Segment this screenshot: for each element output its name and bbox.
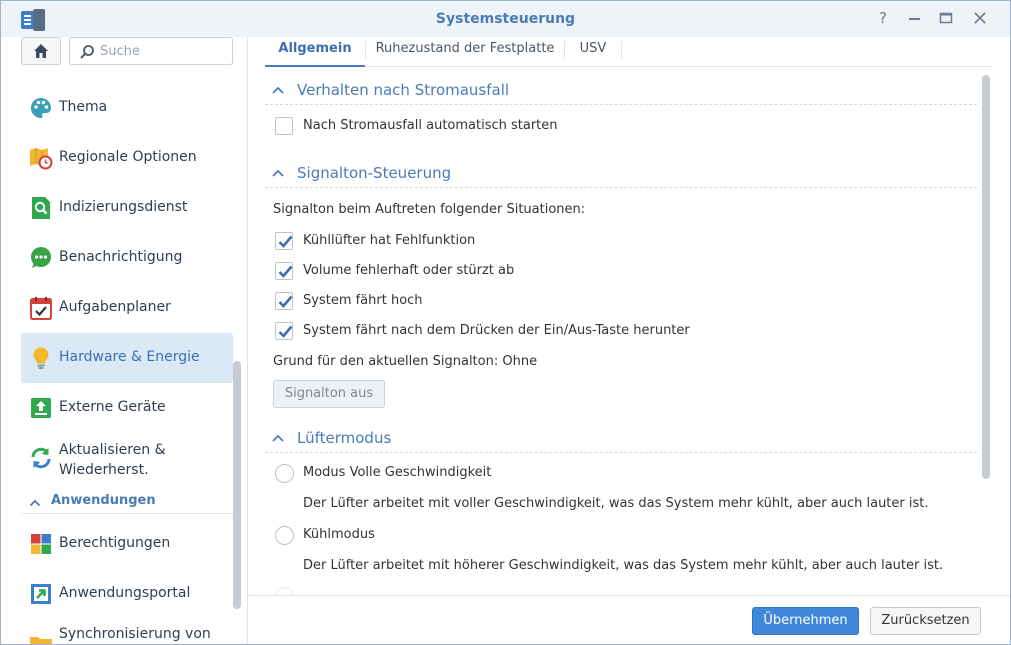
title-bar: Systemsteuerung ? (1, 1, 1010, 37)
tab-allgemein[interactable]: Allgemein (265, 37, 365, 67)
auto-start-checkbox[interactable] (275, 117, 293, 135)
reset-button[interactable]: Zurücksetzen (870, 607, 981, 635)
beep-option-label: Kühllüfter hat Fehlfunktion (303, 233, 476, 248)
sidebar-item-berechtigungen[interactable]: Berechtigungen (21, 519, 233, 569)
auto-start-label: Nach Stromausfall automatisch starten (303, 118, 558, 133)
home-icon (34, 44, 48, 58)
fan-mode-label: Kühlmodus (303, 527, 375, 542)
sidebar-item-anwendungsportal[interactable]: Anwendungsportal (21, 569, 233, 619)
portal-arrow-icon (31, 584, 51, 604)
home-button[interactable] (21, 37, 61, 65)
window-title: Systemsteuerung (435, 11, 576, 27)
sidebar-item-externe-geraete[interactable]: Externe Geräte (21, 383, 233, 433)
sidebar-item-aufgabenplaner[interactable]: Aufgabenplaner (21, 283, 233, 333)
colored-blocks-icon (31, 534, 51, 554)
chevron-up-icon (29, 499, 41, 507)
sidebar-item-thema[interactable]: Thema (21, 83, 233, 133)
tab-bar: Allgemein Ruhezustand der Festplatte USV (265, 37, 992, 67)
group-title: Signalton-Steuerung (297, 164, 452, 182)
beep-reason-text: Grund für den aktuellen Signalton: Ohne (273, 354, 538, 369)
sidebar-item-aktualisieren[interactable]: Aktualisieren & Wiederherst. (21, 433, 233, 483)
fan-full-speed-radio[interactable] (275, 464, 294, 483)
checkmark-icon (278, 325, 293, 338)
fan-cool-mode-radio[interactable] (275, 526, 294, 545)
beep-option-label: Volume fehlerhaft oder stürzt ab (303, 263, 515, 278)
beep-boot-checkbox[interactable] (275, 292, 293, 310)
tab-usv[interactable]: USV (565, 37, 621, 67)
group-header-signalton[interactable]: Signalton-Steuerung (265, 160, 977, 188)
checkmark-icon (278, 235, 293, 248)
fan-mode-description: Der Lüfter arbeitet mit voller Geschwind… (303, 496, 929, 511)
sidebar-item-regionale-optionen[interactable]: Regionale Optionen (21, 133, 233, 183)
sidebar-item-label: Aktualisieren & Wiederherst. (59, 442, 166, 478)
sync-folder-icon (30, 637, 52, 644)
chevron-up-icon (272, 434, 284, 442)
footer-bar: Übernehmen Zurücksetzen (249, 595, 1010, 644)
fan-mode-label: Modus Volle Geschwindigkeit (303, 465, 492, 480)
sidebar-scrollbar[interactable] (233, 361, 241, 609)
beep-volume-crash-checkbox[interactable] (275, 262, 293, 280)
content-scrollbar[interactable] (982, 75, 990, 479)
sidebar-item-label: Synchronisierung von (59, 626, 211, 642)
beep-option-label: System fährt nach dem Drücken der Ein/Au… (303, 323, 690, 338)
checkmark-icon (278, 295, 293, 308)
sidebar-item-label: Aufgabenplaner (59, 299, 171, 315)
sidebar-item-label: Berechtigungen (59, 535, 171, 551)
apply-button[interactable]: Übernehmen (752, 607, 859, 635)
sidebar: Thema Regionale Optionen Indizierungsdie… (1, 37, 248, 644)
chevron-up-icon (272, 86, 284, 94)
maximize-icon[interactable] (937, 9, 955, 27)
search-field[interactable] (69, 37, 233, 65)
close-icon[interactable] (971, 9, 989, 27)
sidebar-item-label: Indizierungsdienst (59, 199, 188, 215)
sidebar-item-indizierungsdienst[interactable]: Indizierungsdienst (21, 183, 233, 233)
group-header-lueftermodus[interactable]: Lüftermodus (265, 425, 977, 453)
search-input[interactable] (100, 42, 228, 60)
sidebar-item-synchronisierung[interactable]: Synchronisierung von (21, 619, 233, 644)
sidebar-item-benachrichtigung[interactable]: Benachrichtigung (21, 233, 233, 283)
help-icon[interactable]: ? (874, 9, 892, 27)
group-title: Lüftermodus (297, 429, 392, 447)
light-bulb-icon (33, 347, 49, 369)
chat-bubble-icon (31, 247, 51, 268)
upload-device-icon (31, 398, 51, 418)
sidebar-item-label: Benachrichtigung (59, 249, 183, 265)
palette-icon (31, 98, 51, 118)
settings-content: Verhalten nach Stromausfall Nach Stromau… (265, 75, 985, 597)
beep-intro-text: Signalton beim Auftreten folgender Situa… (273, 202, 586, 217)
group-title: Verhalten nach Stromausfall (297, 81, 510, 99)
beep-fan-failure-checkbox[interactable] (275, 232, 293, 250)
sidebar-item-label: Externe Geräte (59, 399, 166, 415)
refresh-arrows-icon (31, 447, 51, 469)
sidebar-item-hardware-energie[interactable]: Hardware & Energie (21, 333, 233, 383)
sidebar-item-label: Anwendungsportal (59, 585, 191, 601)
beep-option-label: System fährt hoch (303, 293, 423, 308)
map-clock-icon (30, 148, 53, 170)
magnifier-document-icon (32, 197, 50, 219)
sidebar-item-label: Hardware & Energie (59, 349, 200, 365)
sidebar-item-label: Thema (59, 99, 108, 115)
section-header-anwendungen[interactable]: Anwendungen (21, 492, 233, 514)
main-panel: Allgemein Ruhezustand der Festplatte USV… (249, 37, 1010, 644)
group-header-stromausfall[interactable]: Verhalten nach Stromausfall (265, 77, 977, 105)
search-icon (80, 45, 94, 59)
section-header-label: Anwendungen (51, 493, 156, 508)
control-panel-window: Systemsteuerung ? Suche Thema Regionale … (0, 0, 1011, 645)
minimize-icon[interactable] (906, 9, 924, 27)
beep-shutdown-checkbox[interactable] (275, 322, 293, 340)
tab-ruhezustand[interactable]: Ruhezustand der Festplatte (366, 37, 564, 67)
sidebar-item-label: Regionale Optionen (59, 149, 197, 165)
calendar-check-icon (30, 297, 52, 320)
fan-mode-description: Der Lüfter arbeitet mit höherer Geschwin… (303, 558, 944, 573)
beep-off-button[interactable]: Signalton aus (273, 380, 385, 408)
checkmark-icon (278, 265, 293, 278)
chevron-up-icon (272, 169, 284, 177)
